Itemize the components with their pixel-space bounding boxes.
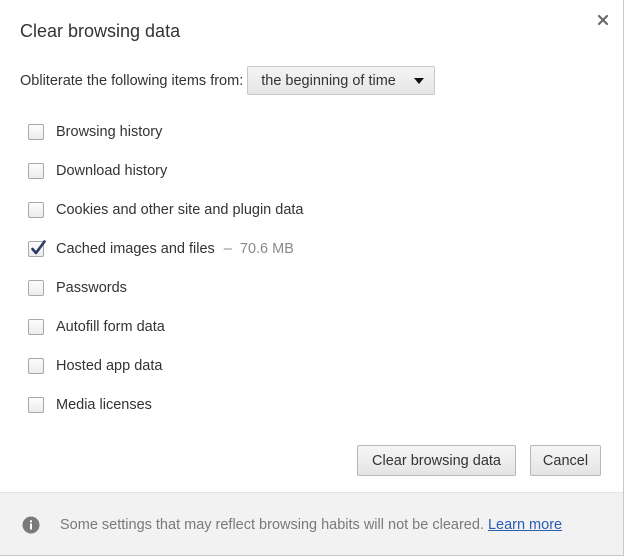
time-range-value: the beginning of time <box>261 72 396 89</box>
item-browsing-history[interactable]: Browsing history <box>28 112 303 151</box>
item-media-licenses[interactable]: Media licenses <box>28 385 303 424</box>
item-cookies[interactable]: Cookies and other site and plugin data <box>28 190 303 229</box>
time-range-select[interactable]: the beginning of time <box>247 66 436 95</box>
item-label: Download history <box>56 162 168 179</box>
checkbox-cookies[interactable] <box>28 201 44 218</box>
item-label: Cookies and other site and plugin data <box>56 201 304 218</box>
item-autofill[interactable]: Autofill form data <box>28 307 303 346</box>
close-icon[interactable] <box>595 12 611 28</box>
item-hosted-app-data[interactable]: Hosted app data <box>28 346 303 385</box>
item-label: Media licenses <box>56 396 152 413</box>
item-label: Browsing history <box>56 123 163 140</box>
dialog-title: Clear browsing data <box>20 21 181 41</box>
item-label: Passwords <box>56 279 127 296</box>
footer: Some settings that may reflect browsing … <box>0 492 623 555</box>
clear-browsing-data-button[interactable]: Clear browsing data <box>357 445 516 476</box>
checkbox-browsing-history[interactable] <box>28 123 44 140</box>
checkbox-media-licenses[interactable] <box>28 396 44 413</box>
info-icon <box>22 516 40 534</box>
learn-more-link[interactable]: Learn more <box>488 517 562 533</box>
cancel-button[interactable]: Cancel <box>530 445 601 476</box>
item-label: Cached images and files <box>56 240 215 257</box>
checkmark-icon <box>31 239 46 254</box>
item-cached-images[interactable]: Cached images and files – 70.6 MB <box>28 229 303 268</box>
data-type-list: Browsing history Download history Cookie… <box>28 112 303 424</box>
checkbox-autofill[interactable] <box>28 318 44 335</box>
clear-browsing-data-dialog: Clear browsing data Obliterate the follo… <box>0 0 624 556</box>
item-label: Autofill form data <box>56 318 165 335</box>
item-label: Hosted app data <box>56 357 163 374</box>
cache-size: 70.6 MB <box>239 240 294 257</box>
item-passwords[interactable]: Passwords <box>28 268 303 307</box>
checkbox-hosted-app-data[interactable] <box>28 357 44 374</box>
footer-message: Some settings that may reflect browsing … <box>60 517 562 533</box>
obliterate-row: Obliterate the following items from: the… <box>20 66 436 95</box>
checkbox-passwords[interactable] <box>28 279 44 296</box>
checkbox-download-history[interactable] <box>28 162 44 179</box>
dropdown-arrow-icon <box>414 77 425 84</box>
checkbox-cached-images[interactable] <box>28 239 46 257</box>
footer-text: Some settings that may reflect browsing … <box>60 517 484 533</box>
item-download-history[interactable]: Download history <box>28 151 303 190</box>
size-separator: – <box>223 240 232 257</box>
obliterate-label: Obliterate the following items from: <box>20 72 244 89</box>
